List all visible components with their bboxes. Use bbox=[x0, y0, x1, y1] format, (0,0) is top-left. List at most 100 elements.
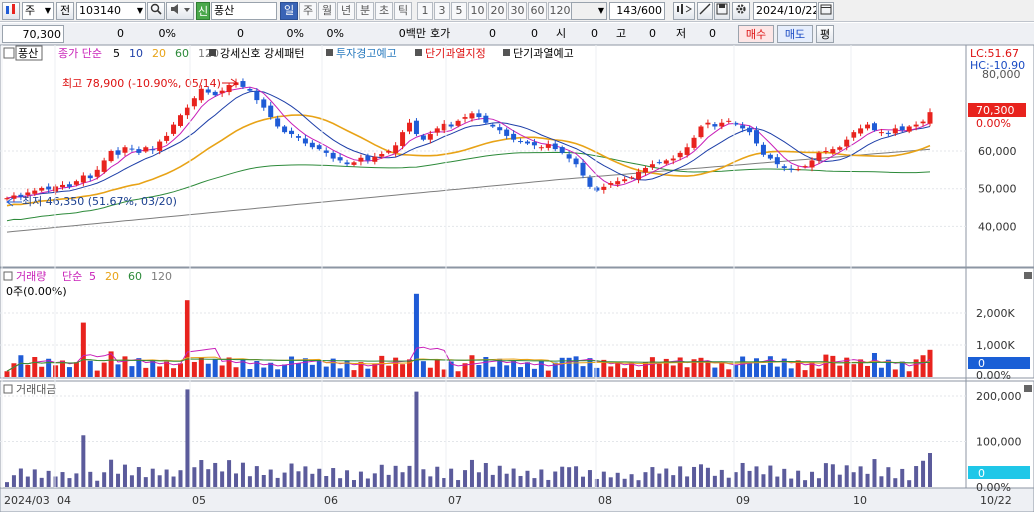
period-tab-3[interactable]: 년 bbox=[337, 2, 355, 20]
amount-bar bbox=[872, 459, 877, 487]
period-tab-1[interactable]: 주 bbox=[299, 2, 317, 20]
draw-tool-icon[interactable] bbox=[697, 2, 713, 20]
candle-body bbox=[73, 181, 79, 185]
volume-bar bbox=[719, 362, 725, 377]
interval-tab-30[interactable]: 30 bbox=[508, 2, 527, 20]
amount-bar bbox=[886, 467, 891, 487]
volume-bar bbox=[642, 361, 648, 377]
candle-body bbox=[712, 124, 718, 127]
price-change: 0 bbox=[117, 27, 124, 40]
amount-bar bbox=[490, 474, 495, 487]
volume-bar bbox=[636, 369, 642, 377]
search-icon[interactable] bbox=[147, 2, 165, 20]
volume-bar bbox=[913, 359, 919, 377]
candle-body bbox=[767, 154, 773, 159]
candle-body bbox=[275, 118, 281, 127]
candle-body bbox=[323, 150, 329, 153]
volume-bar bbox=[351, 370, 357, 377]
candle-body bbox=[594, 187, 600, 191]
interval-tab-60[interactable]: 60 bbox=[528, 2, 547, 20]
volume-bar bbox=[143, 367, 149, 377]
volume-bar bbox=[53, 365, 59, 377]
amount-bar bbox=[497, 465, 502, 487]
legend-price: 종가 단순 bbox=[58, 47, 102, 60]
avg-button[interactable]: 평 bbox=[816, 25, 834, 43]
candle-body bbox=[32, 190, 38, 194]
amount-bar bbox=[345, 470, 350, 487]
interval-tab-5[interactable]: 5 bbox=[451, 2, 467, 20]
volume-bar bbox=[878, 367, 884, 377]
amount-current-pct: 0.00% bbox=[976, 481, 1011, 494]
zoom-icon[interactable] bbox=[673, 2, 695, 20]
amount-bar bbox=[268, 469, 273, 487]
volume-bar bbox=[865, 365, 871, 377]
stock-code-input[interactable]: 103140 ▼ bbox=[76, 2, 146, 20]
volume-bar bbox=[282, 364, 288, 377]
amount-bar bbox=[254, 466, 259, 487]
amount-bar bbox=[74, 473, 79, 487]
amount-bar bbox=[129, 475, 134, 487]
period-tab-5[interactable]: 초 bbox=[375, 2, 393, 20]
candle-body bbox=[927, 112, 933, 124]
volume-bar bbox=[4, 371, 10, 377]
sound-icon[interactable] bbox=[166, 2, 194, 20]
candle-body bbox=[150, 149, 156, 151]
candle-body bbox=[171, 124, 177, 134]
candle-body bbox=[698, 126, 704, 138]
interval-tab-3[interactable]: 3 bbox=[434, 2, 450, 20]
amount-bar bbox=[463, 470, 468, 487]
date-input[interactable]: 2024/10/22 bbox=[753, 2, 817, 20]
save-icon[interactable] bbox=[714, 2, 730, 20]
calendar-icon[interactable] bbox=[818, 2, 834, 20]
stock-chart[interactable]: 풍산 종가 단순 5 10 20 60 120 강세신호 강세패턴 투자경고예고 단기과열지정 단기… bbox=[0, 45, 1034, 512]
candle-body bbox=[642, 167, 648, 173]
interval-dropdown[interactable]: ▼ bbox=[571, 2, 607, 20]
interval-tab-10[interactable]: 10 bbox=[468, 2, 487, 20]
sell-button[interactable]: 매도 bbox=[777, 25, 813, 43]
candle-body bbox=[490, 124, 496, 127]
buy-button[interactable]: 매수 bbox=[738, 25, 774, 43]
candle-body bbox=[531, 142, 537, 146]
amount-bar bbox=[587, 470, 592, 487]
amount-bar bbox=[719, 469, 724, 487]
legend-warn1: 투자경고예고 bbox=[336, 47, 397, 60]
amount-bar bbox=[851, 472, 856, 487]
amount-bar bbox=[88, 471, 93, 487]
volume-ratio: 0% bbox=[326, 27, 344, 40]
amount-bar bbox=[844, 465, 849, 487]
volume-bar bbox=[191, 361, 197, 377]
amount-bar bbox=[53, 476, 58, 487]
volume-bar bbox=[25, 365, 31, 377]
change-rate: 0% bbox=[158, 27, 176, 40]
volume-bar bbox=[400, 364, 406, 377]
volume-bar bbox=[899, 361, 905, 377]
interval-tab-20[interactable]: 20 bbox=[488, 2, 507, 20]
candle-body bbox=[885, 132, 891, 135]
period-tab-6[interactable]: 틱 bbox=[394, 2, 412, 20]
gear-icon[interactable] bbox=[732, 2, 750, 20]
candle-body bbox=[684, 147, 690, 155]
candle-body bbox=[344, 162, 350, 165]
candle-body bbox=[726, 120, 732, 122]
interval-tab-1[interactable]: 1 bbox=[417, 2, 433, 20]
candle-body bbox=[386, 151, 392, 153]
candle-body bbox=[754, 130, 760, 144]
amount-bar bbox=[18, 468, 23, 487]
chart-type-icon[interactable] bbox=[2, 2, 20, 20]
volume-bar bbox=[94, 370, 100, 377]
candle-body bbox=[184, 107, 190, 116]
amount-bar bbox=[400, 472, 405, 487]
period-tab-2[interactable]: 월 bbox=[318, 2, 336, 20]
period-tab-0[interactable]: 일 bbox=[280, 2, 298, 20]
legend-signal: 강세신호 강세패턴 bbox=[220, 47, 304, 60]
period-tab-4[interactable]: 분 bbox=[356, 2, 374, 20]
interval-tab-120[interactable]: 120 bbox=[548, 2, 572, 20]
candle-body bbox=[906, 126, 912, 132]
period-type-select[interactable]: 주 ▼ bbox=[22, 2, 54, 20]
volume-bar bbox=[740, 356, 746, 377]
volume-bar bbox=[365, 368, 371, 377]
amount-y-tick: 200,000 bbox=[976, 390, 1022, 403]
price-y-tick: 60,000 bbox=[978, 145, 1017, 158]
candle-body bbox=[497, 127, 503, 131]
prev-button[interactable]: 전 bbox=[56, 2, 74, 20]
